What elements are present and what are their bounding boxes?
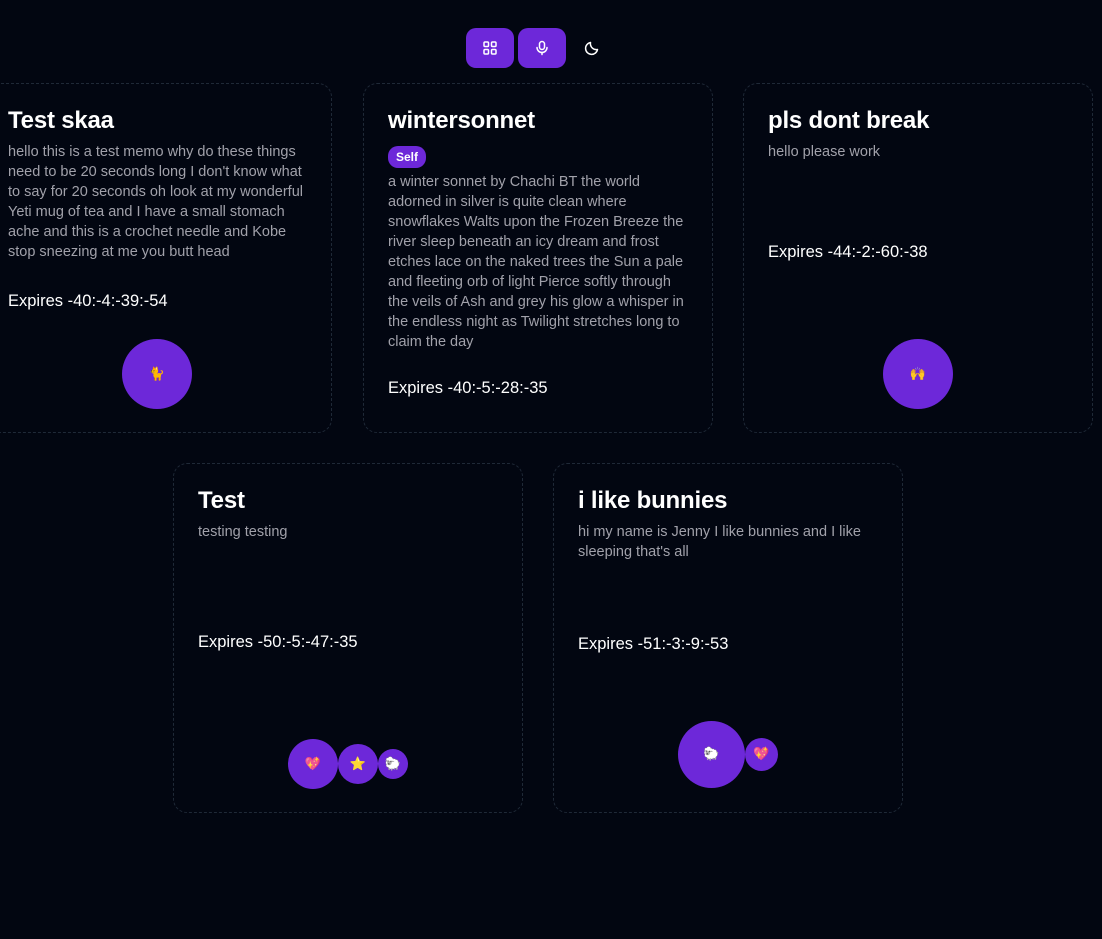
memo-title: Test: [198, 487, 245, 514]
theme-toggle-button[interactable]: [570, 28, 614, 68]
reactions: 🐈: [0, 339, 331, 409]
memo-title: i like bunnies: [578, 487, 728, 514]
sparkling-heart-emoji: 💖: [753, 747, 770, 762]
star-emoji: ⭐: [349, 756, 367, 772]
microphone-icon: [536, 40, 548, 56]
memo-body: hello please work: [768, 144, 881, 160]
memo-card[interactable]: wintersonnet Self a winter sonnet by Cha…: [363, 83, 713, 433]
memo-card[interactable]: Test skaa hello this is a test memo why …: [0, 83, 332, 433]
memo-body: a winter sonnet by Chachi BT the world a…: [388, 174, 684, 350]
moon-icon: [584, 41, 599, 56]
self-badge: Self: [388, 146, 427, 168]
memo-body: testing testing: [198, 524, 288, 540]
cat-emoji: 🐈: [148, 366, 166, 382]
sparkling-heart-emoji: 💖: [304, 756, 322, 772]
memo-body: hi my name is Jenny I like bunnies and I…: [578, 524, 861, 560]
memo-expires: Expires -40:-4:-39:-54: [8, 292, 168, 310]
memo-expires: Expires -40:-5:-28:-35: [388, 379, 548, 397]
memo-title: pls dont break: [768, 107, 930, 134]
cat-emoji-reaction[interactable]: 🐈: [122, 339, 192, 409]
memo-expires: Expires -51:-3:-9:-53: [578, 635, 729, 653]
memo-expires: Expires -50:-5:-47:-35: [198, 633, 358, 651]
record-button[interactable]: [518, 28, 566, 68]
grid-view-button[interactable]: [466, 28, 514, 68]
sheep-emoji: 🐑: [703, 747, 720, 762]
toolbar: [466, 28, 614, 68]
memo-expires: Expires -44:-2:-60:-38: [768, 243, 928, 261]
sheep-emoji-reaction[interactable]: 🐑: [678, 721, 745, 788]
memo-body: hello this is a test memo why do these t…: [8, 144, 303, 260]
memo-card[interactable]: Test testing testing Expires -50:-5:-47:…: [173, 463, 523, 813]
app-root: Test skaa hello this is a test memo why …: [0, 0, 1102, 939]
memo-title: wintersonnet: [388, 107, 535, 134]
sheep-emoji: 🐑: [384, 756, 402, 772]
reactions: 🙌: [744, 339, 1092, 409]
star-emoji-reaction[interactable]: ⭐: [338, 744, 378, 784]
grid-icon: [483, 41, 497, 55]
sparkling-heart-emoji-reaction[interactable]: 💖: [745, 738, 778, 771]
reactions: 💖 ⭐ 🐑: [174, 739, 522, 789]
memo-card[interactable]: pls dont break hello please work Expires…: [743, 83, 1093, 433]
raised-hands-emoji: 🙌: [909, 366, 927, 382]
memo-card[interactable]: i like bunnies hi my name is Jenny I lik…: [553, 463, 903, 813]
sheep-emoji-reaction[interactable]: 🐑: [378, 749, 408, 779]
raised-hands-emoji-reaction[interactable]: 🙌: [883, 339, 953, 409]
memo-title: Test skaa: [8, 107, 114, 134]
reactions: 🐑 💖: [554, 721, 902, 788]
sparkling-heart-emoji-reaction[interactable]: 💖: [288, 739, 338, 789]
